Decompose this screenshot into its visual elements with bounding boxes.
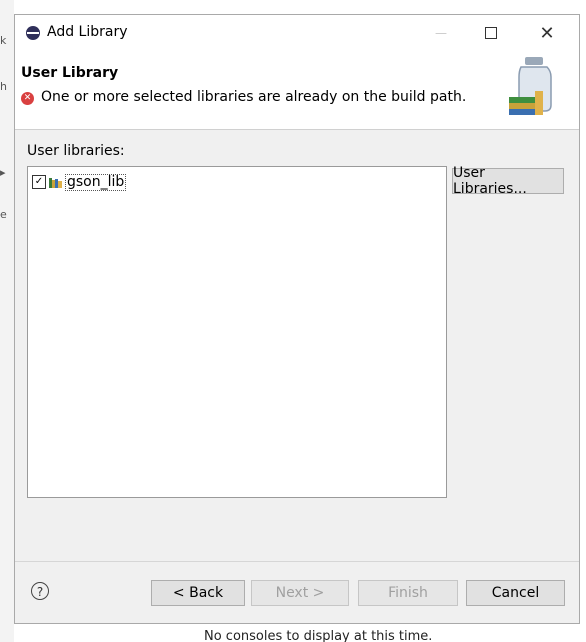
- back-button[interactable]: < Back: [151, 580, 245, 606]
- next-button[interactable]: Next >: [251, 580, 349, 606]
- background-glyph: ▸: [0, 166, 6, 179]
- user-libraries-button[interactable]: User Libraries...: [452, 165, 564, 197]
- close-icon: ✕: [539, 22, 555, 44]
- help-icon[interactable]: ?: [31, 582, 49, 600]
- library-icon: [49, 178, 62, 188]
- window-title: Add Library: [47, 24, 128, 40]
- finish-button[interactable]: Finish: [358, 580, 458, 606]
- user-libraries-list[interactable]: ✓ gson_lib: [27, 166, 447, 498]
- background-ide-edge: k h ▸ e: [0, 0, 14, 642]
- background-glyph: k: [0, 34, 7, 47]
- error-message: One or more selected libraries are alrea…: [41, 89, 467, 105]
- user-libraries-label: User libraries:: [27, 143, 125, 159]
- list-item[interactable]: ✓ gson_lib: [32, 173, 127, 191]
- library-checkbox[interactable]: ✓: [32, 175, 46, 189]
- minimize-icon: —: [435, 26, 447, 40]
- add-library-dialog: Add Library — ✕ User Library ✕ One or mo…: [14, 14, 580, 624]
- maximize-icon: [485, 27, 497, 39]
- library-name: gson_lib: [65, 173, 127, 191]
- background-glyph: h: [0, 80, 7, 93]
- maximize-button[interactable]: [473, 19, 509, 47]
- background-console-message: No consoles to display at this time.: [204, 622, 454, 642]
- footer-separator: [15, 561, 579, 562]
- background-glyph: e: [0, 208, 7, 221]
- minimize-button[interactable]: —: [423, 19, 459, 47]
- wizard-header: User Library ✕ One or more selected libr…: [15, 51, 579, 130]
- page-title: User Library: [21, 65, 119, 81]
- close-button[interactable]: ✕: [529, 19, 565, 47]
- error-icon: ✕: [21, 92, 34, 105]
- title-bar: Add Library — ✕: [15, 15, 579, 51]
- jar-library-icon: [509, 57, 552, 115]
- eclipse-icon: [26, 26, 40, 40]
- cancel-button[interactable]: Cancel: [466, 580, 565, 606]
